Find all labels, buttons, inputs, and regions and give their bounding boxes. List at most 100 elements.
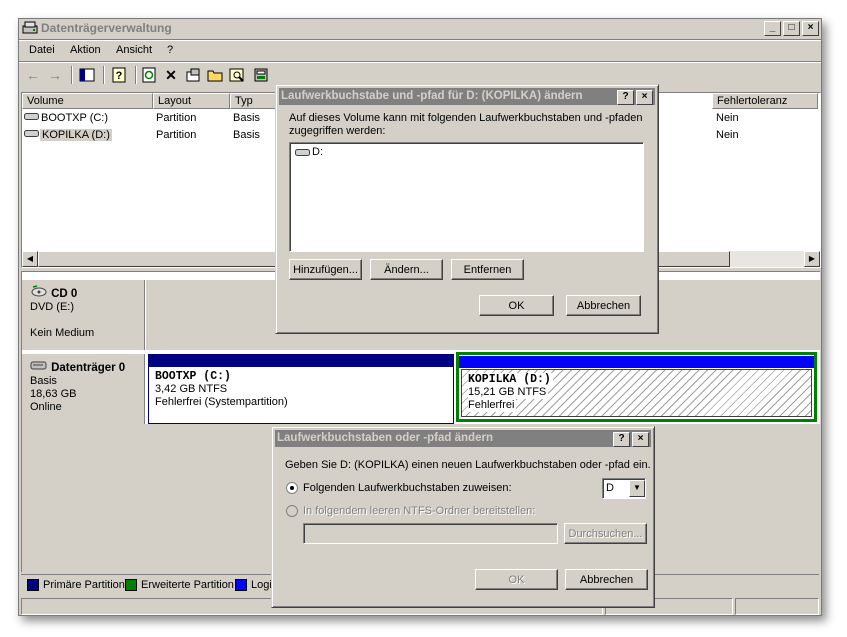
back-arrow-icon[interactable]: ← <box>23 65 43 85</box>
list-item-label: D: <box>312 146 323 158</box>
dialog-title: Laufwerkbuchstaben oder -pfad ändern <box>277 432 493 444</box>
ok-button[interactable]: OK <box>475 569 558 590</box>
disk-row-disk0[interactable]: Datenträger 0 Basis 18,63 GB Online BOOT… <box>22 352 820 424</box>
column-header-fehlertoleranz[interactable]: Fehlertoleranz <box>712 93 818 109</box>
cancel-button[interactable]: Abbrechen <box>566 295 641 316</box>
column-header-volume[interactable]: Volume <box>22 93 153 109</box>
remove-button[interactable]: Entfernen <box>451 259 524 280</box>
refresh-icon[interactable] <box>139 65 159 85</box>
disk-type: Basis <box>30 375 57 387</box>
ok-button[interactable]: OK <box>479 295 554 316</box>
partition-size: 15,21 GB NTFS <box>468 386 549 399</box>
svg-text:?: ? <box>116 70 123 82</box>
add-button[interactable]: Hinzufügen... <box>289 259 362 280</box>
disk-management-app-icon <box>22 21 38 34</box>
drive-letter-select[interactable]: D ▼ <box>602 478 646 499</box>
dialog-title-bar[interactable]: Laufwerkbuchstabe und -pfad für D: (KOPI… <box>279 88 655 105</box>
chevron-down-icon[interactable]: ▼ <box>629 480 645 497</box>
dialog-close-button[interactable]: × <box>636 90 653 105</box>
legend-item: Erweiterte Partition <box>125 579 234 591</box>
drive-letter-value: D <box>606 482 614 494</box>
partition-size: 3,42 GB NTFS <box>155 383 228 395</box>
volume-fehlertoleranz: Nein <box>716 129 739 141</box>
dialog-close-button[interactable]: × <box>632 432 649 447</box>
cancel-button-label: Abbrechen <box>579 574 634 586</box>
help-icon[interactable]: ? <box>109 65 129 85</box>
partition-status: Fehlerfrei (Systempartition) <box>155 396 288 408</box>
disk-status: Kein Medium <box>30 327 95 339</box>
drive-letter-list[interactable]: D: <box>289 142 644 252</box>
volume-name: KOPILKA (D:) <box>40 129 112 141</box>
menu-help[interactable]: ? <box>167 44 173 56</box>
volume-fehlertoleranz: Nein <box>716 112 739 124</box>
status-cell <box>735 598 819 615</box>
assign-letter-label[interactable]: Folgenden Laufwerkbuchstaben zuweisen: <box>303 482 512 494</box>
delete-icon[interactable]: ✕ <box>161 65 181 85</box>
assign-letter-radio[interactable] <box>286 482 298 494</box>
ok-button-label: OK <box>508 300 525 312</box>
menu-aktion[interactable]: Aktion <box>70 44 101 56</box>
mount-folder-radio[interactable] <box>286 505 298 517</box>
change-button[interactable]: Ändern... <box>370 259 443 280</box>
close-button[interactable]: × <box>802 21 819 36</box>
disk-status: Online <box>30 401 62 413</box>
scroll-left-icon[interactable]: ◀ <box>22 251 38 267</box>
legend-label: Primäre Partition <box>43 579 125 591</box>
partition-bootxp[interactable]: BOOTXP (C:) 3,42 GB NTFS Fehlerfrei (Sys… <box>148 354 454 424</box>
disk-label-cd0[interactable]: CD 0 DVD (E:) Kein Medium <box>22 280 145 350</box>
dialog-title-bar[interactable]: Laufwerkbuchstaben oder -pfad ändern ? × <box>275 430 651 447</box>
legend-swatch <box>235 579 247 591</box>
folder-path-input[interactable] <box>303 523 558 544</box>
column-header-layout[interactable]: Layout <box>153 93 230 109</box>
mount-folder-label[interactable]: In folgendem leeren NTFS-Ordner bereitst… <box>303 505 535 517</box>
dialog-help-button[interactable]: ? <box>613 432 630 447</box>
dialog-description: Geben Sie D: (KOPILKA) einen neuen Laufw… <box>285 459 651 471</box>
drive-icon <box>24 129 39 141</box>
scroll-right-icon[interactable]: ▶ <box>804 251 820 267</box>
volume-typ: Basis <box>233 112 260 124</box>
disk-type: DVD (E:) <box>30 301 74 313</box>
list-item[interactable]: D: <box>295 146 323 158</box>
volume-layout: Partition <box>156 112 197 124</box>
dialog-title: Laufwerkbuchstabe und -pfad für D: (KOPI… <box>281 90 583 102</box>
dialog-description: Auf dieses Volume kann mit folgenden Lau… <box>289 112 643 137</box>
open-folder-icon[interactable] <box>205 65 225 85</box>
hard-disk-icon <box>30 361 51 374</box>
partition-bar <box>459 356 814 368</box>
menu-datei[interactable]: Datei <box>29 44 55 56</box>
drive-icon <box>295 148 310 156</box>
legend-label: Erweiterte Partition <box>141 579 234 591</box>
partition-name: BOOTXP (C:) <box>155 370 231 383</box>
partition-kopilka[interactable]: KOPILKA (D:) 15,21 GB NTFS Fehlerfrei <box>456 352 817 422</box>
disk-label-disk0[interactable]: Datenträger 0 Basis 18,63 GB Online <box>22 354 145 424</box>
cancel-button[interactable]: Abbrechen <box>565 569 648 590</box>
browse-button[interactable]: Durchsuchen... <box>564 523 647 544</box>
forward-arrow-icon[interactable]: → <box>45 65 65 85</box>
legend-swatch <box>125 579 137 591</box>
volume-name: BOOTXP (C:) <box>41 112 109 124</box>
properties-icon[interactable] <box>183 65 203 85</box>
cancel-button-label: Abbrechen <box>576 300 631 312</box>
explore-icon[interactable] <box>227 65 247 85</box>
menu-ansicht[interactable]: Ansicht <box>116 44 152 56</box>
partition-status: Fehlerfrei <box>468 399 517 412</box>
dialog-help-button[interactable]: ? <box>617 90 634 105</box>
drive-letter-path-dialog: Laufwerkbuchstabe und -pfad für D: (KOPI… <box>275 84 659 334</box>
drive-icon <box>24 112 39 124</box>
disk-properties-icon[interactable] <box>251 65 271 85</box>
window-title: Datenträgerverwaltung <box>41 21 172 35</box>
show-hide-tree-icon[interactable] <box>77 65 97 85</box>
ok-button-label: OK <box>508 574 525 586</box>
cd-drive-icon <box>30 285 51 300</box>
disk-size: 18,63 GB <box>30 388 77 400</box>
add-button-label: Hinzufügen... <box>293 264 358 276</box>
maximize-button[interactable]: □ <box>783 21 800 36</box>
title-bar[interactable]: Datenträgerverwaltung _ □ × <box>19 19 821 38</box>
remove-button-label: Entfernen <box>463 264 512 276</box>
partition-name: KOPILKA (D:) <box>468 373 551 386</box>
minimize-button[interactable]: _ <box>764 21 781 36</box>
partition-bar <box>148 354 454 366</box>
browse-button-label: Durchsuchen... <box>568 528 643 540</box>
disk-partitions: BOOTXP (C:) 3,42 GB NTFS Fehlerfrei (Sys… <box>146 352 820 424</box>
menu-bar: Datei Aktion Ansicht ? <box>19 41 821 59</box>
